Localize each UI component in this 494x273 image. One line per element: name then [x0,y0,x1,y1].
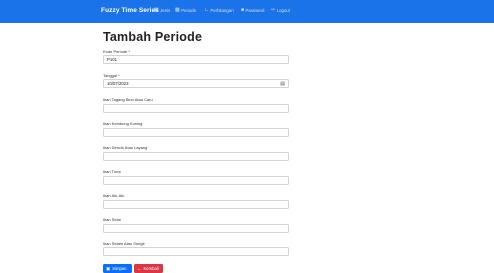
ikan-selam-input[interactable] [103,247,289,256]
ikan-tagang-label: Ikan Tagang Bion Atau Caru [103,97,153,102]
nav-item-label: Password [245,8,265,13]
ikan-selam-label: Ikan Selam Atau Sungir [103,241,145,246]
save-icon: ▣ [106,265,111,271]
logout-icon: ⇨ [271,7,276,13]
calendar-icon: ▩ [175,7,180,13]
ikan-tuna-label: Ikan Tuna [103,169,121,174]
ikan-kembung-input[interactable] [103,128,289,137]
tanggal-value: 10/07/2023 [107,81,129,86]
navbar-brand[interactable]: Fuzzy Time Series [101,7,159,14]
arrow-left-icon: ← [137,266,142,271]
calendar-icon[interactable]: ▤ [280,81,285,87]
kode-periode-label: Kode Periode * [103,49,130,54]
nav-item-perhitungan[interactable]: ∟ Perhitungan [204,7,234,14]
table-icon: ▦ [154,7,159,13]
ikan-selar-label: Ikan Selar [103,217,122,222]
kode-periode-input[interactable]: P101 [103,55,289,64]
kode-periode-value: P101 [107,57,118,62]
tanggal-label: Tanggal * [103,73,120,78]
ikan-alu-alu-label: Ikan Alu-Alu [103,193,125,198]
nav-item-label: Jenis [160,8,171,13]
back-button-label: Kembali [143,266,159,271]
ikan-selar-input[interactable] [103,224,289,233]
nav-item-jenis[interactable]: ▦ Jenis [154,7,171,14]
lock-icon: ■ [241,7,245,13]
page-title: Tambah Periode [103,30,203,44]
nav-item-label: Logout [276,8,290,13]
nav-item-label: Periode [181,8,197,13]
nav-item-label: Perhitungan [210,8,234,13]
nav-item-password[interactable]: ■ Password [241,7,265,14]
chart-icon: ∟ [204,7,209,13]
top-navbar: Fuzzy Time Series ▦ Jenis ▩ Periode ∟ Pe… [0,0,494,23]
tanggal-input[interactable]: 10/07/2023 ▤ [103,79,289,88]
save-button-label: Simpan [112,266,127,271]
ikan-tuna-input[interactable] [103,176,289,185]
nav-item-logout[interactable]: ⇨ Logout [271,7,290,14]
ikan-kembung-label: Ikan Kembung Kuning [103,121,143,126]
nav-item-periode[interactable]: ▩ Periode [175,7,197,14]
ikan-tagang-input[interactable] [103,104,289,113]
ikan-alu-alu-input[interactable] [103,200,289,209]
ikan-dencis-label: Ikan Dencis Atau Layang [103,145,148,150]
ikan-dencis-input[interactable] [103,152,289,161]
